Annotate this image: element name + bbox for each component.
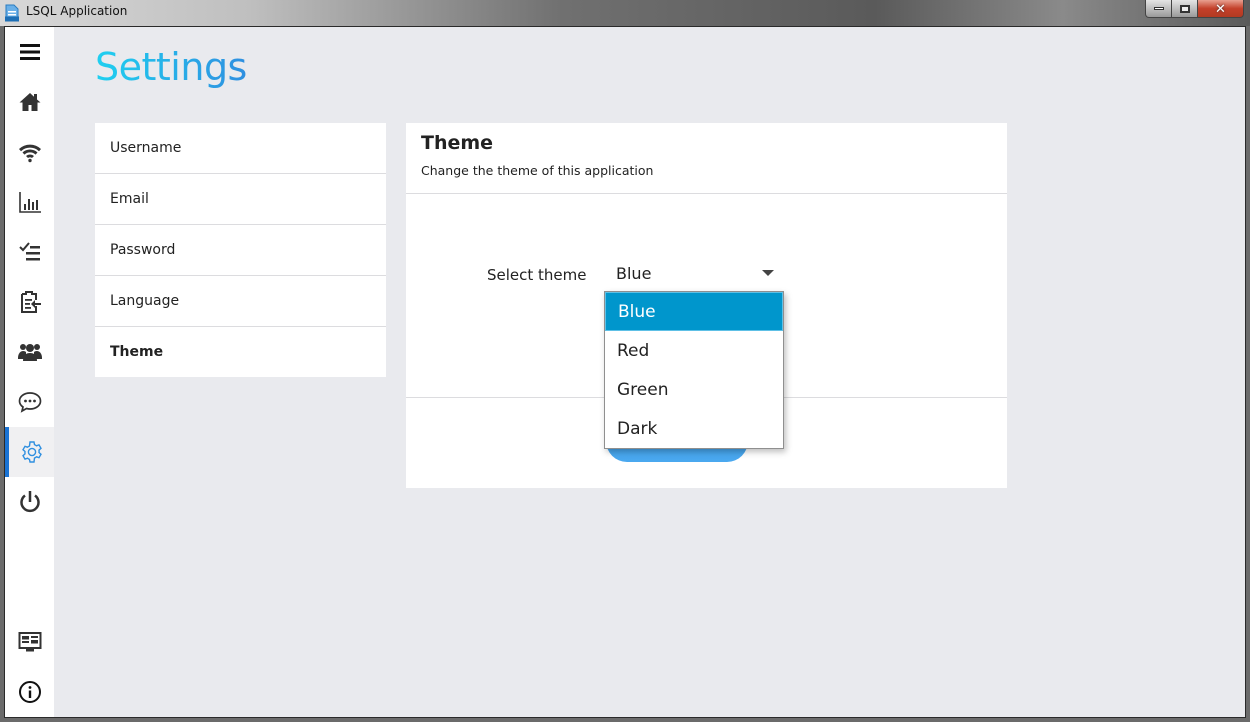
sidebar-item-dashboard[interactable] [5,617,54,667]
chat-bubble-icon [18,392,41,413]
panel-title: Theme [421,132,494,154]
sidebar-item-chat[interactable] [5,377,54,427]
sidebar-item-users[interactable] [5,327,54,377]
sidebar-item-info[interactable] [5,667,54,717]
theme-option-green[interactable]: Green [605,370,783,409]
settings-menu-item-language[interactable]: Language [95,276,386,327]
panel-description: Change the theme of this application [421,163,654,178]
home-icon [19,93,40,111]
select-theme-label: Select theme [487,266,587,284]
checklist-icon [18,242,40,261]
power-icon [19,491,40,513]
settings-menu: Username Email Password Language Theme [95,123,386,377]
sidebar-item-wifi[interactable] [5,127,54,177]
clipboard-arrow-icon [20,291,41,313]
info-icon [18,681,41,703]
gear-icon [21,441,42,463]
settings-menu-item-email[interactable]: Email [95,174,386,225]
minimize-icon [1153,7,1164,10]
bar-chart-icon [18,192,41,213]
title-bar: LSQL Application ✕ [0,0,1250,26]
window-title: LSQL Application [26,4,128,18]
theme-option-blue[interactable]: Blue [605,292,783,331]
app-window: Settings Username Email Password Languag… [4,26,1246,718]
wifi-icon [18,144,41,163]
hamburger-icon [19,44,40,60]
users-icon [17,344,42,361]
minimize-button[interactable] [1145,0,1172,18]
sidebar-item-tasks[interactable] [5,227,54,277]
theme-dropdown-list: Blue Red Green Dark [604,291,784,449]
panel-header: Theme Change the theme of this applicati… [406,123,1007,194]
sidebar [5,27,54,717]
chevron-down-icon [762,270,774,276]
settings-menu-item-username[interactable]: Username [95,123,386,174]
close-button[interactable]: ✕ [1198,0,1244,18]
close-icon: ✕ [1215,0,1226,16]
theme-option-dark[interactable]: Dark [605,409,783,448]
sidebar-item-power[interactable] [5,477,54,527]
settings-menu-item-theme[interactable]: Theme [95,327,386,377]
maximize-icon [1179,4,1190,13]
window-controls: ✕ [1145,0,1244,18]
theme-option-red[interactable]: Red [605,331,783,370]
settings-menu-item-password[interactable]: Password [95,225,386,276]
theme-select[interactable]: Blue [605,254,783,290]
sidebar-item-settings[interactable] [5,427,54,477]
monitor-dashboard-icon [18,632,41,652]
sidebar-item-clipboard-import[interactable] [5,277,54,327]
maximize-button[interactable] [1172,0,1198,18]
sidebar-item-statistics[interactable] [5,177,54,227]
sidebar-item-menu[interactable] [5,27,54,77]
page-title: Settings [95,45,247,89]
sidebar-item-home[interactable] [5,77,54,127]
theme-select-value: Blue [616,264,652,283]
app-icon [4,4,20,22]
